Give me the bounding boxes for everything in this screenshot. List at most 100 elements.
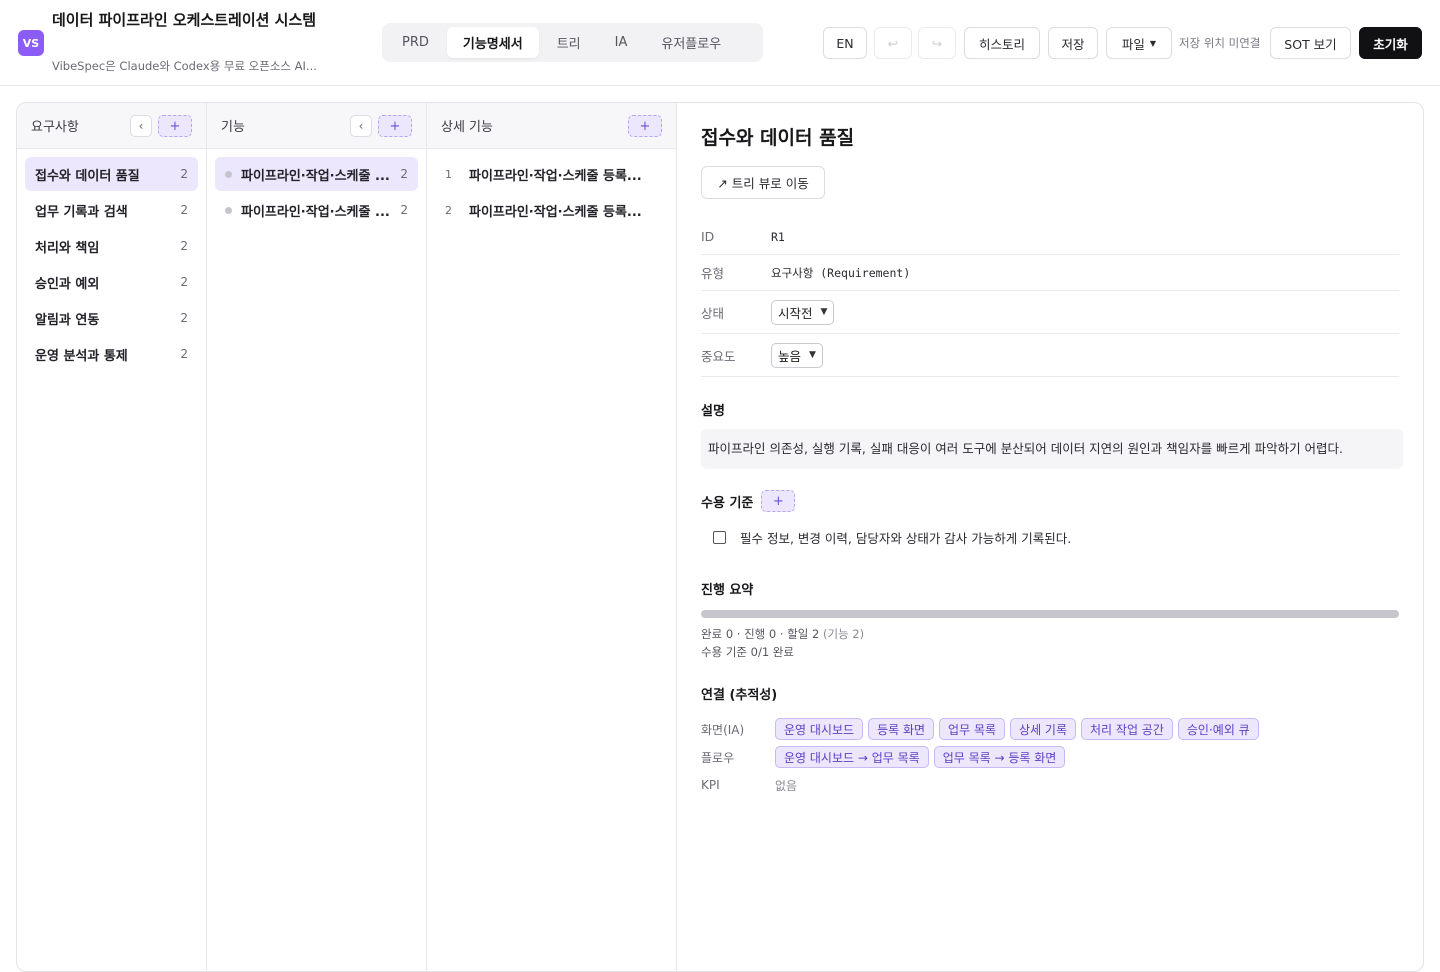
- sot-view-button[interactable]: SOT 보기: [1270, 27, 1351, 59]
- status-select-value: 시작전: [778, 305, 813, 321]
- acceptance-header: 수용 기준 +: [701, 490, 1399, 512]
- detail-pane: 접수와 데이터 품질 ↗ 트리 뷰로 이동 ID R1 유형 요구사항 (Req…: [677, 103, 1423, 971]
- requirement-item[interactable]: 운영 분석과 통제 2: [25, 337, 198, 371]
- app-logo: VS: [18, 30, 44, 56]
- ia-chip[interactable]: 업무 목록: [939, 718, 1006, 740]
- requirement-count: 2: [180, 167, 188, 181]
- kpi-links-label: KPI: [701, 778, 720, 792]
- file-menu-button[interactable]: 파일 ▼: [1106, 27, 1172, 59]
- meta-priority-row: 중요도 높음 ▼: [701, 334, 1399, 377]
- flow-links-label: 플로우: [701, 750, 735, 765]
- tab-prd[interactable]: PRD: [386, 27, 445, 58]
- requirements-list: 접수와 데이터 품질 2 업무 기록과 검색 2 처리와 책임 2 승인과 예외…: [17, 149, 206, 381]
- meta-id-row: ID R1: [701, 219, 1399, 255]
- requirement-label: 처리와 책임: [35, 240, 100, 256]
- features-header: 기능 ‹ +: [207, 103, 426, 149]
- requirements-column: 요구사항 ‹ + 접수와 데이터 품질 2 업무 기록과 검색 2 처리와 책임…: [17, 103, 207, 971]
- requirement-item[interactable]: 처리와 책임 2: [25, 229, 198, 263]
- detail-title: 접수와 데이터 품질: [701, 127, 855, 149]
- status-dot-icon: [225, 170, 232, 178]
- reset-button[interactable]: 초기화: [1359, 27, 1422, 59]
- kpi-links-row: KPI 없음: [701, 771, 1399, 799]
- progress-feature-count: (기능 2): [823, 627, 865, 641]
- save-location-status: 저장 위치 미연결: [1179, 36, 1261, 50]
- meta-status-row: 상태 시작전 ▼: [701, 291, 1399, 334]
- language-button[interactable]: EN: [823, 27, 867, 59]
- progress-counts: 완료 0 · 진행 0 · 할일 2: [701, 627, 820, 641]
- meta-id-label: ID: [701, 229, 715, 244]
- requirement-label: 승인과 예외: [35, 276, 100, 292]
- caret-down-icon: ▼: [1149, 38, 1157, 48]
- detail-feature-label: 파이프라인·작업·스케줄 등록...: [469, 204, 642, 220]
- description-text[interactable]: 파이프라인 의존성, 실행 기록, 실패 대응이 여러 도구에 분산되어 데이터…: [701, 429, 1403, 469]
- tab-user-flow[interactable]: 유저플로우: [645, 27, 737, 58]
- requirement-label: 알림과 연동: [35, 312, 100, 328]
- acceptance-checkbox[interactable]: [713, 531, 726, 544]
- add-detail-feature-button[interactable]: +: [628, 115, 662, 137]
- meta-type-value: 요구사항 (Requirement): [771, 265, 911, 280]
- meta-id-value: R1: [771, 229, 785, 244]
- feature-label: 파이프라인·작업·스케줄 ...: [241, 168, 390, 184]
- requirement-item[interactable]: 접수와 데이터 품질 2: [25, 157, 198, 191]
- requirement-label: 업무 기록과 검색: [35, 204, 128, 220]
- description-title: 설명: [701, 404, 725, 419]
- detail-feature-number: 1: [445, 167, 452, 181]
- redo-button[interactable]: ↪: [918, 27, 956, 59]
- app-subtitle: VibeSpec은 Claude와 Codex용 무료 오픈소스 AI...: [52, 59, 317, 73]
- meta-table: ID R1 유형 요구사항 (Requirement) 상태 시작전 ▼ 중요도…: [701, 219, 1399, 377]
- ia-chip[interactable]: 승인·예외 큐: [1177, 718, 1259, 740]
- requirements-header: 요구사항 ‹ +: [17, 103, 206, 149]
- features-list: 파이프라인·작업·스케줄 ... 2 파이프라인·작업·스케줄 ... 2: [207, 149, 426, 237]
- ia-links-row: 화면(IA) 운영 대시보드 등록 화면 업무 목록 상세 기록 처리 작업 공…: [701, 715, 1399, 743]
- detail-features-list: 1 파이프라인·작업·스케줄 등록... 2 파이프라인·작업·스케줄 등록..…: [427, 149, 676, 237]
- priority-select[interactable]: 높음 ▼: [771, 342, 823, 368]
- save-button[interactable]: 저장: [1048, 27, 1098, 59]
- requirement-count: 2: [180, 239, 188, 253]
- acceptance-progress: 수용 기준 0/1 완료: [701, 645, 794, 659]
- add-feature-button[interactable]: +: [378, 115, 412, 137]
- flow-chip[interactable]: 운영 대시보드 → 업무 목록: [775, 746, 929, 768]
- view-tabs: PRD 기능명세서 트리 IA 유저플로우: [382, 23, 763, 62]
- detail-feature-item[interactable]: 1 파이프라인·작업·스케줄 등록...: [435, 157, 668, 191]
- features-column: 기능 ‹ + 파이프라인·작업·스케줄 ... 2 파이프라인·작업·스케줄 .…: [207, 103, 427, 971]
- file-menu-label: 파일: [1121, 36, 1145, 52]
- main-panel: 요구사항 ‹ + 접수와 데이터 품질 2 업무 기록과 검색 2 처리와 책임…: [16, 102, 1424, 972]
- flow-links-row: 플로우 운영 대시보드 → 업무 목록 업무 목록 → 등록 화면: [701, 743, 1399, 771]
- feature-item[interactable]: 파이프라인·작업·스케줄 ... 2: [215, 193, 418, 227]
- detail-features-header: 상세 기능 +: [427, 103, 676, 149]
- ia-chip[interactable]: 등록 화면: [868, 718, 935, 740]
- ia-chip[interactable]: 상세 기록: [1010, 718, 1077, 740]
- ia-chip[interactable]: 처리 작업 공간: [1081, 718, 1173, 740]
- add-acceptance-button[interactable]: +: [761, 490, 796, 512]
- meta-type-label: 유형: [701, 266, 725, 281]
- kpi-empty: 없음: [775, 778, 798, 793]
- collapse-requirements-button[interactable]: ‹: [130, 115, 152, 137]
- detail-feature-item[interactable]: 2 파이프라인·작업·스케줄 등록...: [435, 193, 668, 227]
- flow-chip[interactable]: 업무 목록 → 등록 화면: [933, 746, 1066, 768]
- ia-chip[interactable]: 운영 대시보드: [775, 718, 864, 740]
- tab-ia[interactable]: IA: [599, 27, 644, 58]
- features-title: 기능: [221, 120, 245, 135]
- go-to-tree-view-button[interactable]: ↗ 트리 뷰로 이동: [701, 166, 825, 199]
- tab-tree[interactable]: 트리: [541, 27, 597, 58]
- undo-button[interactable]: ↩: [874, 27, 912, 59]
- requirement-item[interactable]: 업무 기록과 검색 2: [25, 193, 198, 227]
- meta-type-row: 유형 요구사항 (Requirement): [701, 255, 1399, 291]
- add-requirement-button[interactable]: +: [158, 115, 192, 137]
- chevron-down-icon: ▼: [809, 350, 816, 360]
- undo-icon: ↩: [887, 35, 899, 51]
- requirement-count: 2: [180, 347, 188, 361]
- status-select[interactable]: 시작전 ▼: [771, 299, 835, 325]
- history-button[interactable]: 히스토리: [964, 27, 1040, 59]
- app-header: VS 데이터 파이프라인 오케스트레이션 시스템 VibeSpec은 Claud…: [0, 0, 1440, 86]
- tab-feature-spec[interactable]: 기능명세서: [446, 27, 539, 58]
- collapse-features-button[interactable]: ‹: [350, 115, 372, 137]
- flow-chips: 운영 대시보드 → 업무 목록 업무 목록 → 등록 화면: [775, 746, 1066, 768]
- feature-item[interactable]: 파이프라인·작업·스케줄 ... 2: [215, 157, 418, 191]
- ia-chips: 운영 대시보드 등록 화면 업무 목록 상세 기록 처리 작업 공간 승인·예외…: [775, 718, 1259, 740]
- requirement-item[interactable]: 승인과 예외 2: [25, 265, 198, 299]
- acceptance-text: 필수 정보, 변경 이력, 담당자와 상태가 감사 가능하게 기록된다.: [740, 531, 1072, 546]
- requirements-title: 요구사항: [31, 120, 79, 135]
- feature-count: 2: [400, 203, 408, 217]
- requirement-item[interactable]: 알림과 연동 2: [25, 301, 198, 335]
